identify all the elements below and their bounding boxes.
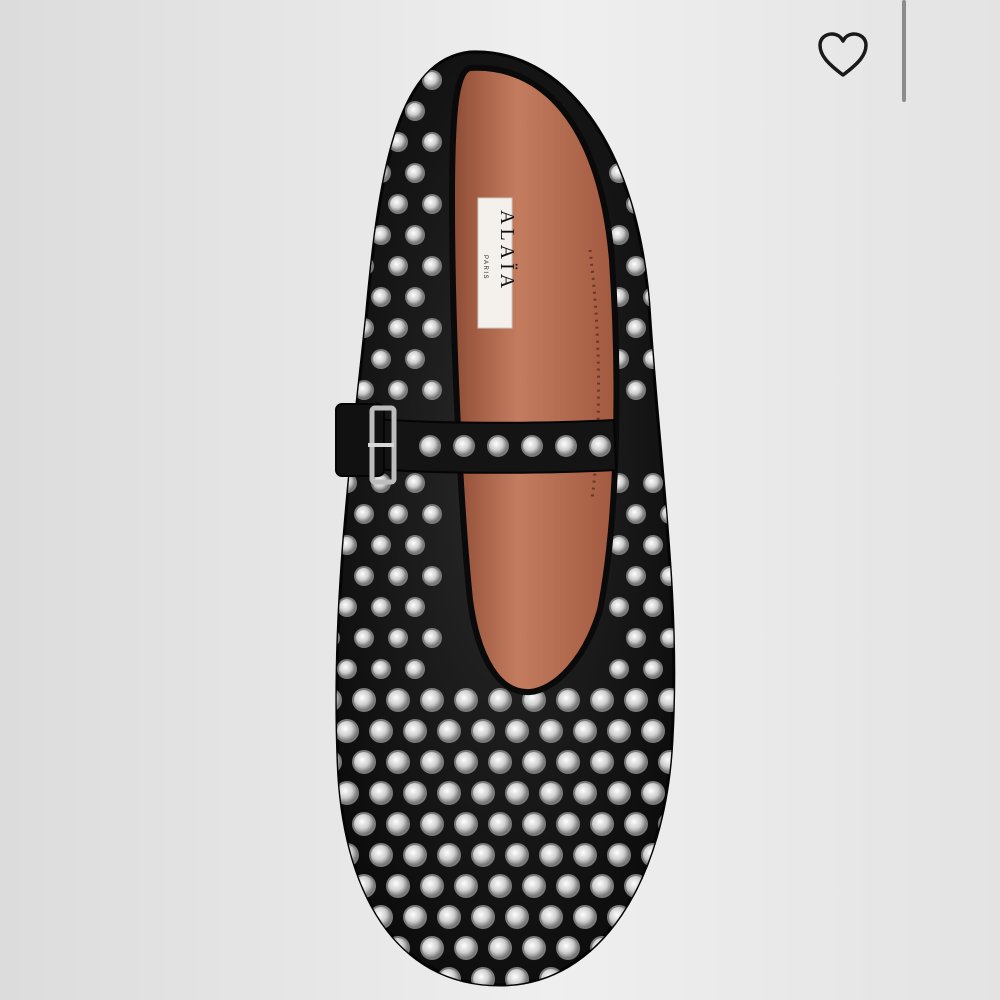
brand-name: ALAÏA xyxy=(496,210,519,292)
mary-jane-strap xyxy=(359,416,618,474)
brand-subtitle: PARIS xyxy=(482,255,488,280)
favorite-button[interactable] xyxy=(812,24,874,86)
shoe: ALAÏA PARIS xyxy=(335,50,676,987)
product-gallery: ALAÏA PARIS xyxy=(0,0,1000,1000)
heart-outline-icon xyxy=(818,32,868,77)
product-image[interactable]: ALAÏA PARIS xyxy=(0,0,1000,1000)
vertical-scroll-indicator[interactable] xyxy=(902,0,906,102)
shoe-lining xyxy=(448,64,620,696)
